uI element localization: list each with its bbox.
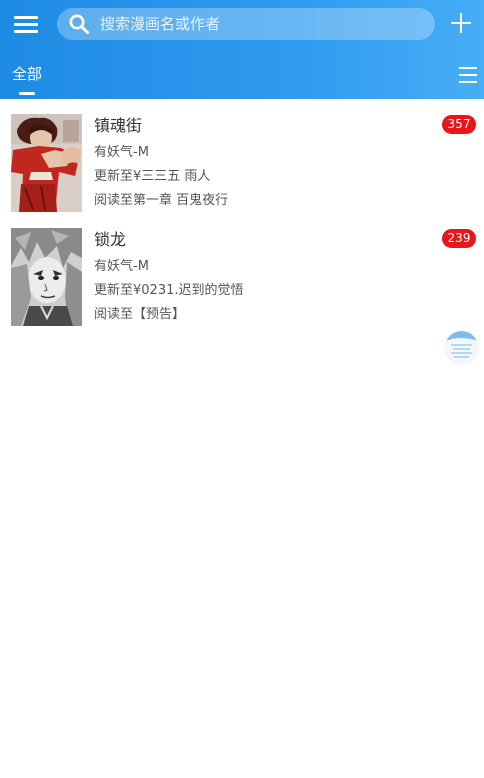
add-icon[interactable] xyxy=(449,11,473,35)
menu-icon[interactable] xyxy=(14,14,40,36)
floating-action-button[interactable] xyxy=(445,331,478,364)
comic-author: 有妖气-M xyxy=(94,145,149,160)
comic-update: 更新至¥三三五 雨人 xyxy=(94,169,211,184)
tab-all[interactable]: 全部 xyxy=(12,64,42,84)
comic-author: 有妖气-M xyxy=(94,259,149,274)
comic-read-progress: 阅读至第一章 百鬼夜行 xyxy=(94,193,229,208)
update-count-badge: 357 xyxy=(442,115,476,134)
comic-cover[interactable] xyxy=(11,228,82,326)
comic-read-progress: 阅读至【预告】 xyxy=(94,307,186,322)
comic-title: 镇魂街 xyxy=(94,116,143,135)
search-icon xyxy=(69,14,89,34)
comic-item[interactable]: 锁龙 有妖气-M 更新至¥0231.迟到的觉悟 阅读至【预告】 239 xyxy=(0,228,484,338)
search-bar[interactable]: 搜索漫画名或作者 xyxy=(57,8,435,40)
search-placeholder: 搜索漫画名或作者 xyxy=(100,15,221,33)
comic-item[interactable]: 镇魂街 有妖气-M 更新至¥三三五 雨人 阅读至第一章 百鬼夜行 357 xyxy=(0,114,484,224)
comic-update: 更新至¥0231.迟到的觉悟 xyxy=(94,283,244,298)
app-header: 搜索漫画名或作者 全部 xyxy=(0,0,484,99)
list-icon[interactable] xyxy=(459,66,478,84)
tab-indicator xyxy=(19,92,35,95)
update-count-badge: 239 xyxy=(442,229,476,248)
comic-title: 锁龙 xyxy=(94,230,127,249)
floating-button-icon xyxy=(445,331,478,358)
comic-cover[interactable] xyxy=(11,114,82,212)
